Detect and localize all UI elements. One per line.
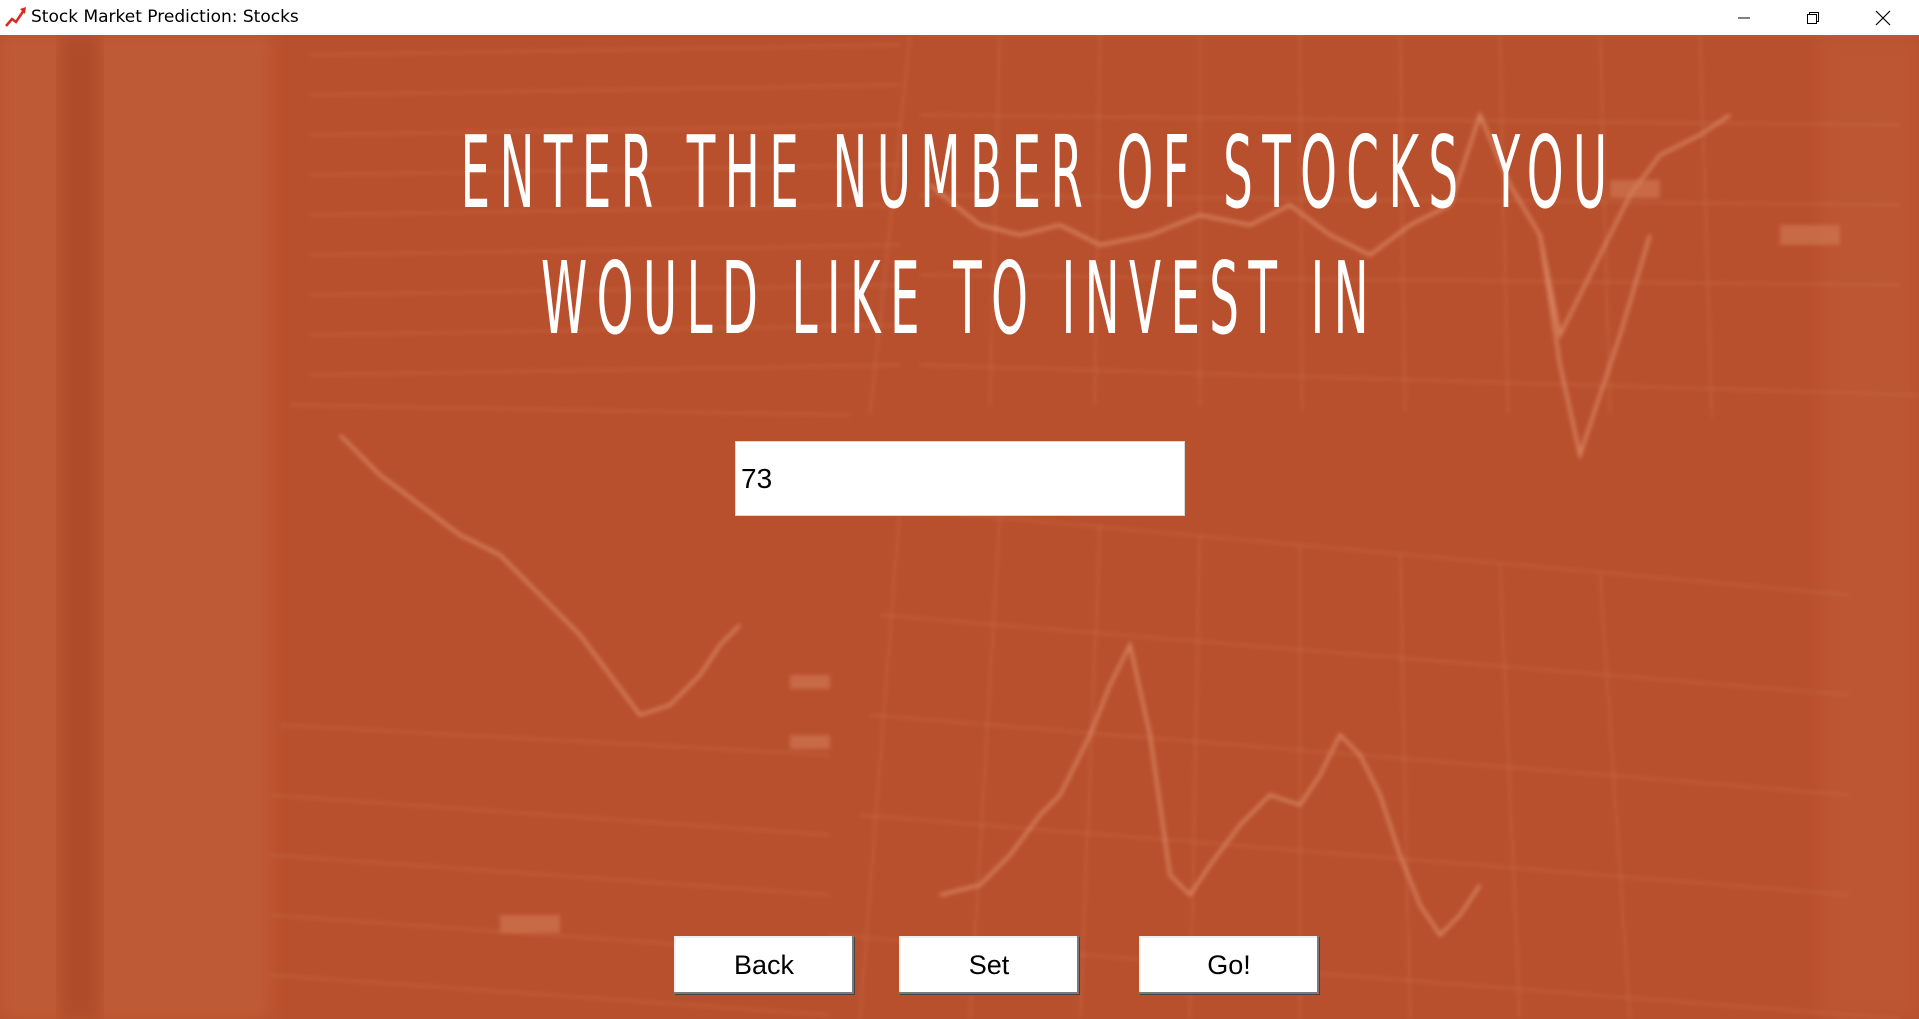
restore-icon xyxy=(1807,11,1819,24)
chart-arrow-icon xyxy=(5,7,26,27)
stock-count-input[interactable] xyxy=(735,441,1185,516)
heading-line-2: WOULD LIKE TO INVEST IN xyxy=(541,240,1378,357)
go-button[interactable]: Go! xyxy=(1139,936,1319,994)
main-window-content: ENTER THE NUMBER OF STOCKS YOU WOULD LIK… xyxy=(0,35,1919,1019)
close-button[interactable] xyxy=(1849,0,1917,35)
window-title: Stock Market Prediction: Stocks xyxy=(31,7,299,27)
back-button[interactable]: Back xyxy=(674,936,854,994)
window-title-bar: Stock Market Prediction: Stocks xyxy=(0,0,1919,35)
page-heading: ENTER THE NUMBER OF STOCKS YOU WOULD LIK… xyxy=(0,110,1919,362)
heading-line-1: ENTER THE NUMBER OF STOCKS YOU xyxy=(460,114,1617,231)
close-icon xyxy=(1875,10,1891,25)
minimize-button[interactable] xyxy=(1710,0,1778,35)
minimize-icon xyxy=(1738,17,1750,18)
set-button[interactable]: Set xyxy=(899,936,1079,994)
restore-button[interactable] xyxy=(1779,0,1847,35)
